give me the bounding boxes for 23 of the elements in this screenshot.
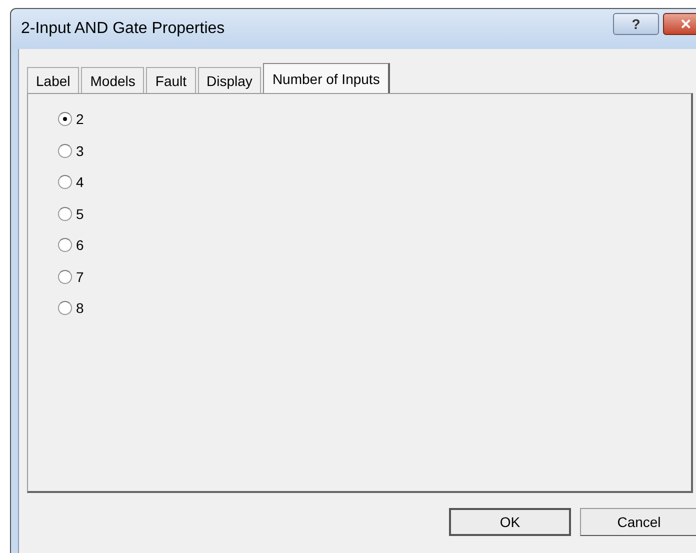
radio-option[interactable]: 8 (58, 299, 691, 317)
tab[interactable]: Display (198, 67, 262, 93)
radio-option[interactable]: 5 (58, 204, 691, 222)
radio-button[interactable] (58, 270, 72, 284)
radio-option[interactable]: 2 (58, 110, 691, 128)
radio-button[interactable] (58, 112, 72, 126)
radio-button[interactable] (58, 206, 72, 220)
window-title: 2-Input AND Gate Properties (21, 20, 225, 38)
radio-option[interactable]: 6 (58, 236, 691, 254)
radio-option[interactable]: 4 (58, 173, 691, 191)
tab[interactable]: Number of Inputs (263, 63, 390, 93)
radio-button[interactable] (58, 238, 72, 252)
tab[interactable]: Label (27, 67, 80, 93)
radio-option[interactable]: 3 (58, 142, 691, 160)
tab[interactable]: Models (81, 67, 144, 93)
ok-button[interactable]: OK (449, 508, 571, 536)
radio-option[interactable]: 7 (58, 268, 691, 286)
cancel-button[interactable]: Cancel (580, 508, 696, 536)
radio-button[interactable] (58, 175, 72, 189)
radio-button[interactable] (58, 144, 72, 158)
help-button[interactable]: ? (613, 13, 659, 35)
tab[interactable]: Fault (146, 67, 196, 93)
radio-button[interactable] (58, 301, 72, 315)
